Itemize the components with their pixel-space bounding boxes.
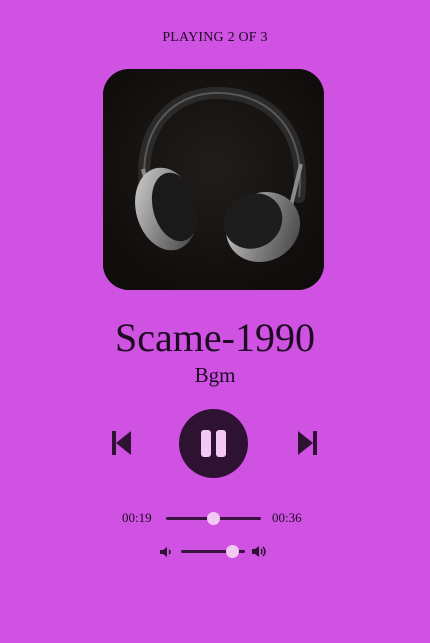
volume-slider[interactable] [181,545,245,558]
playing-status: PLAYING 2 OF 3 [162,30,268,45]
next-button[interactable] [294,429,320,457]
progress-slider[interactable] [166,512,261,525]
pause-icon [201,430,226,457]
skip-next-icon [298,431,317,455]
current-time: 00:19 [122,510,152,525]
headphones-image [103,69,324,290]
skip-previous-icon [112,431,131,455]
previous-button[interactable] [109,429,135,457]
volume-high-button[interactable] [251,544,269,559]
track-artist: Bgm [194,363,236,387]
volume-low-button[interactable] [159,545,173,559]
volume-thumb[interactable] [225,545,239,558]
album-art [103,69,324,290]
play-pause-button[interactable] [179,409,248,478]
progress-thumb[interactable] [207,512,220,525]
total-time: 00:36 [272,510,302,525]
volume-high-icon [252,546,266,557]
track-title: Scame-1990 [115,315,315,360]
volume-low-icon [160,547,171,557]
